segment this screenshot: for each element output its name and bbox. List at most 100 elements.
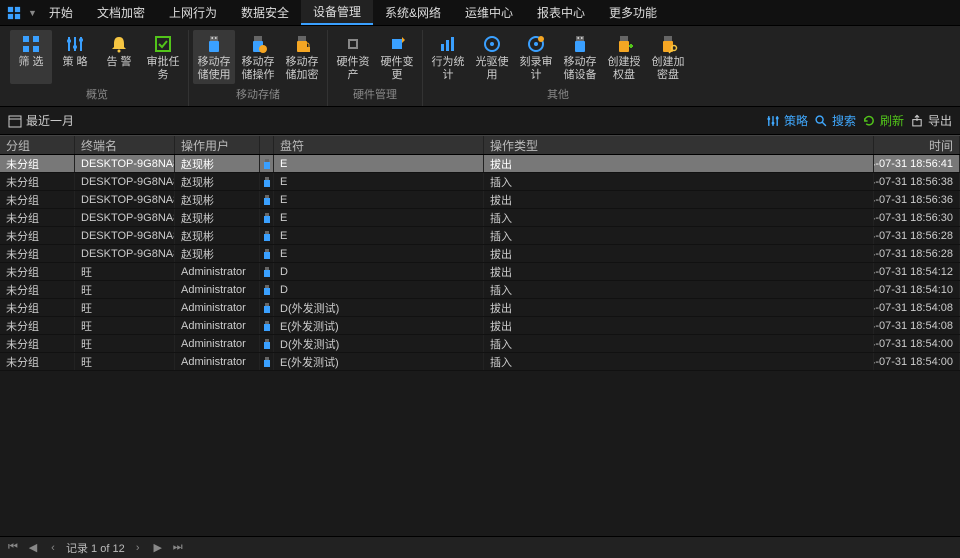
menu-7[interactable]: 报表中心 — [525, 0, 597, 25]
table-row[interactable]: 未分组旺AdministratorD(外发测试)拔出2024-07-31 18:… — [0, 299, 960, 317]
cell-host: DESKTOP-9G8NA80 — [75, 191, 175, 208]
ribbon: 筛 选策 略告 警审批任务概览移动存储使用移动存储操作移动存储加密移动存储硬件资… — [0, 26, 960, 107]
usb-gear-icon — [248, 34, 268, 54]
ribbon-overview-3[interactable]: 审批任务 — [142, 30, 184, 84]
cell-time: 2024-07-31 18:56:38 — [874, 173, 960, 190]
cell-time: 2024-07-31 18:54:00 — [874, 335, 960, 352]
cell-user: Administrator — [175, 335, 260, 352]
cell-group: 未分组 — [0, 173, 75, 190]
usb-icon — [260, 155, 274, 172]
date-range-label: 最近一月 — [26, 112, 74, 129]
table-row[interactable]: 未分组旺AdministratorD拔出2024-07-31 18:54:12 — [0, 263, 960, 281]
ribbon-mobile-storage-0[interactable]: 移动存储使用 — [193, 30, 235, 84]
grid4-icon — [21, 34, 41, 54]
col-host[interactable]: 终端名 — [75, 136, 175, 154]
table-row[interactable]: 未分组DESKTOP-9G8NA80赵现彬E拔出2024-07-31 18:56… — [0, 155, 960, 173]
table-header: 分组 终端名 操作用户 盘符 操作类型 时间 — [0, 135, 960, 155]
ribbon-overview-0[interactable]: 筛 选 — [10, 30, 52, 84]
table-row[interactable]: 未分组DESKTOP-9G8NA80赵现彬E插入2024-07-31 18:56… — [0, 209, 960, 227]
cell-user: 赵现彬 — [175, 227, 260, 244]
bars-icon — [438, 34, 458, 54]
menu-1[interactable]: 文档加密 — [85, 0, 157, 25]
toolbar-sliders-button[interactable]: 策略 — [766, 112, 808, 129]
table-row[interactable]: 未分组DESKTOP-9G8NA80赵现彬E插入2024-07-31 18:56… — [0, 227, 960, 245]
pager-back-icon[interactable]: ‹ — [46, 541, 60, 555]
usb-icon — [260, 209, 274, 226]
ribbon-other-4[interactable]: 创建授权盘 — [603, 30, 645, 84]
col-type[interactable]: 操作类型 — [484, 136, 874, 154]
sliders-icon — [766, 114, 780, 128]
ribbon-group-label: 其他 — [547, 84, 569, 106]
table-body: 未分组DESKTOP-9G8NA80赵现彬E拔出2024-07-31 18:56… — [0, 155, 960, 536]
menu-6[interactable]: 运维中心 — [453, 0, 525, 25]
usb-icon — [570, 34, 590, 54]
toolbar-label: 策略 — [784, 112, 808, 129]
ribbon-label: 创建加密盘 — [649, 56, 687, 82]
cell-time: 2024-07-31 18:54:08 — [874, 317, 960, 334]
ribbon-other-0[interactable]: 行为统计 — [427, 30, 469, 84]
ribbon-label: 创建授权盘 — [605, 56, 643, 82]
ribbon-other-5[interactable]: 创建加密盘 — [647, 30, 689, 84]
menu-5[interactable]: 系统&网络 — [373, 0, 453, 25]
menu-0[interactable]: 开始 — [37, 0, 85, 25]
col-time[interactable]: 时间 — [874, 136, 960, 154]
table-row[interactable]: 未分组旺AdministratorE(外发测试)拔出2024-07-31 18:… — [0, 317, 960, 335]
pager-last-icon[interactable]: ⏭ — [171, 541, 185, 555]
usb-icon — [260, 191, 274, 208]
col-user[interactable]: 操作用户 — [175, 136, 260, 154]
ribbon-label: 移动存储加密 — [283, 56, 321, 82]
toolbar-label: 搜索 — [832, 112, 856, 129]
cell-type: 插入 — [484, 227, 874, 244]
cell-time: 2024-07-31 18:54:08 — [874, 299, 960, 316]
pager-prev-icon[interactable]: ◀ — [26, 541, 40, 555]
ribbon-overview-1[interactable]: 策 略 — [54, 30, 96, 84]
cell-group: 未分组 — [0, 227, 75, 244]
ribbon-other-3[interactable]: 移动存储设备 — [559, 30, 601, 84]
menu-8[interactable]: 更多功能 — [597, 0, 669, 25]
bell-icon — [109, 34, 129, 54]
ribbon-label: 硬件资产 — [334, 56, 372, 82]
table-row[interactable]: 未分组DESKTOP-9G8NA80赵现彬E拔出2024-07-31 18:56… — [0, 191, 960, 209]
usb-icon — [260, 245, 274, 262]
disc-icon — [482, 34, 502, 54]
menu-3[interactable]: 数据安全 — [229, 0, 301, 25]
col-group[interactable]: 分组 — [0, 136, 75, 154]
toolbar-export-button[interactable]: 导出 — [910, 112, 952, 129]
table-row[interactable]: 未分组DESKTOP-9G8NA80赵现彬E拔出2024-07-31 18:56… — [0, 245, 960, 263]
export-icon — [910, 114, 924, 128]
col-drive[interactable]: 盘符 — [274, 136, 484, 154]
ribbon-label: 刻录审计 — [517, 56, 555, 82]
ribbon-other-2[interactable]: 刻录审计 — [515, 30, 557, 84]
cell-time: 2024-07-31 18:56:30 — [874, 209, 960, 226]
ribbon-label: 筛 选 — [18, 56, 43, 69]
cell-user: Administrator — [175, 317, 260, 334]
cell-time: 2024-07-31 18:56:36 — [874, 191, 960, 208]
chip-arrow-icon — [387, 34, 407, 54]
ribbon-hardware-0[interactable]: 硬件资产 — [332, 30, 374, 84]
ribbon-group-label: 移动存储 — [236, 84, 280, 106]
app-dropdown-icon[interactable]: ▼ — [28, 8, 37, 18]
table-row[interactable]: 未分组DESKTOP-9G8NA80赵现彬E插入2024-07-31 18:56… — [0, 173, 960, 191]
ribbon-hardware-1[interactable]: 硬件变更 — [376, 30, 418, 84]
ribbon-overview-2[interactable]: 告 警 — [98, 30, 140, 84]
cell-type: 拔出 — [484, 155, 874, 172]
toolbar-refresh-button[interactable]: 刷新 — [862, 112, 904, 129]
menu-2[interactable]: 上网行为 — [157, 0, 229, 25]
table-row[interactable]: 未分组旺AdministratorD插入2024-07-31 18:54:10 — [0, 281, 960, 299]
toolbar-search-button[interactable]: 搜索 — [814, 112, 856, 129]
date-range-button[interactable]: 最近一月 — [8, 112, 74, 129]
menu-4[interactable]: 设备管理 — [301, 0, 373, 25]
pager-next-icon[interactable]: ▶ — [151, 541, 165, 555]
cell-time: 2024-07-31 18:56:28 — [874, 227, 960, 244]
ribbon-other-1[interactable]: 光驱使用 — [471, 30, 513, 84]
ribbon-label: 移动存储操作 — [239, 56, 277, 82]
table-row[interactable]: 未分组旺AdministratorE(外发测试)插入2024-07-31 18:… — [0, 353, 960, 371]
cell-type: 插入 — [484, 353, 874, 370]
cell-group: 未分组 — [0, 335, 75, 352]
ribbon-mobile-storage-2[interactable]: 移动存储加密 — [281, 30, 323, 84]
ribbon-mobile-storage-1[interactable]: 移动存储操作 — [237, 30, 279, 84]
table-row[interactable]: 未分组旺AdministratorD(外发测试)插入2024-07-31 18:… — [0, 335, 960, 353]
pager-first-icon[interactable]: ⏮ — [6, 541, 20, 555]
pager-fwd-icon[interactable]: › — [131, 541, 145, 555]
usb-lock-icon — [292, 34, 312, 54]
